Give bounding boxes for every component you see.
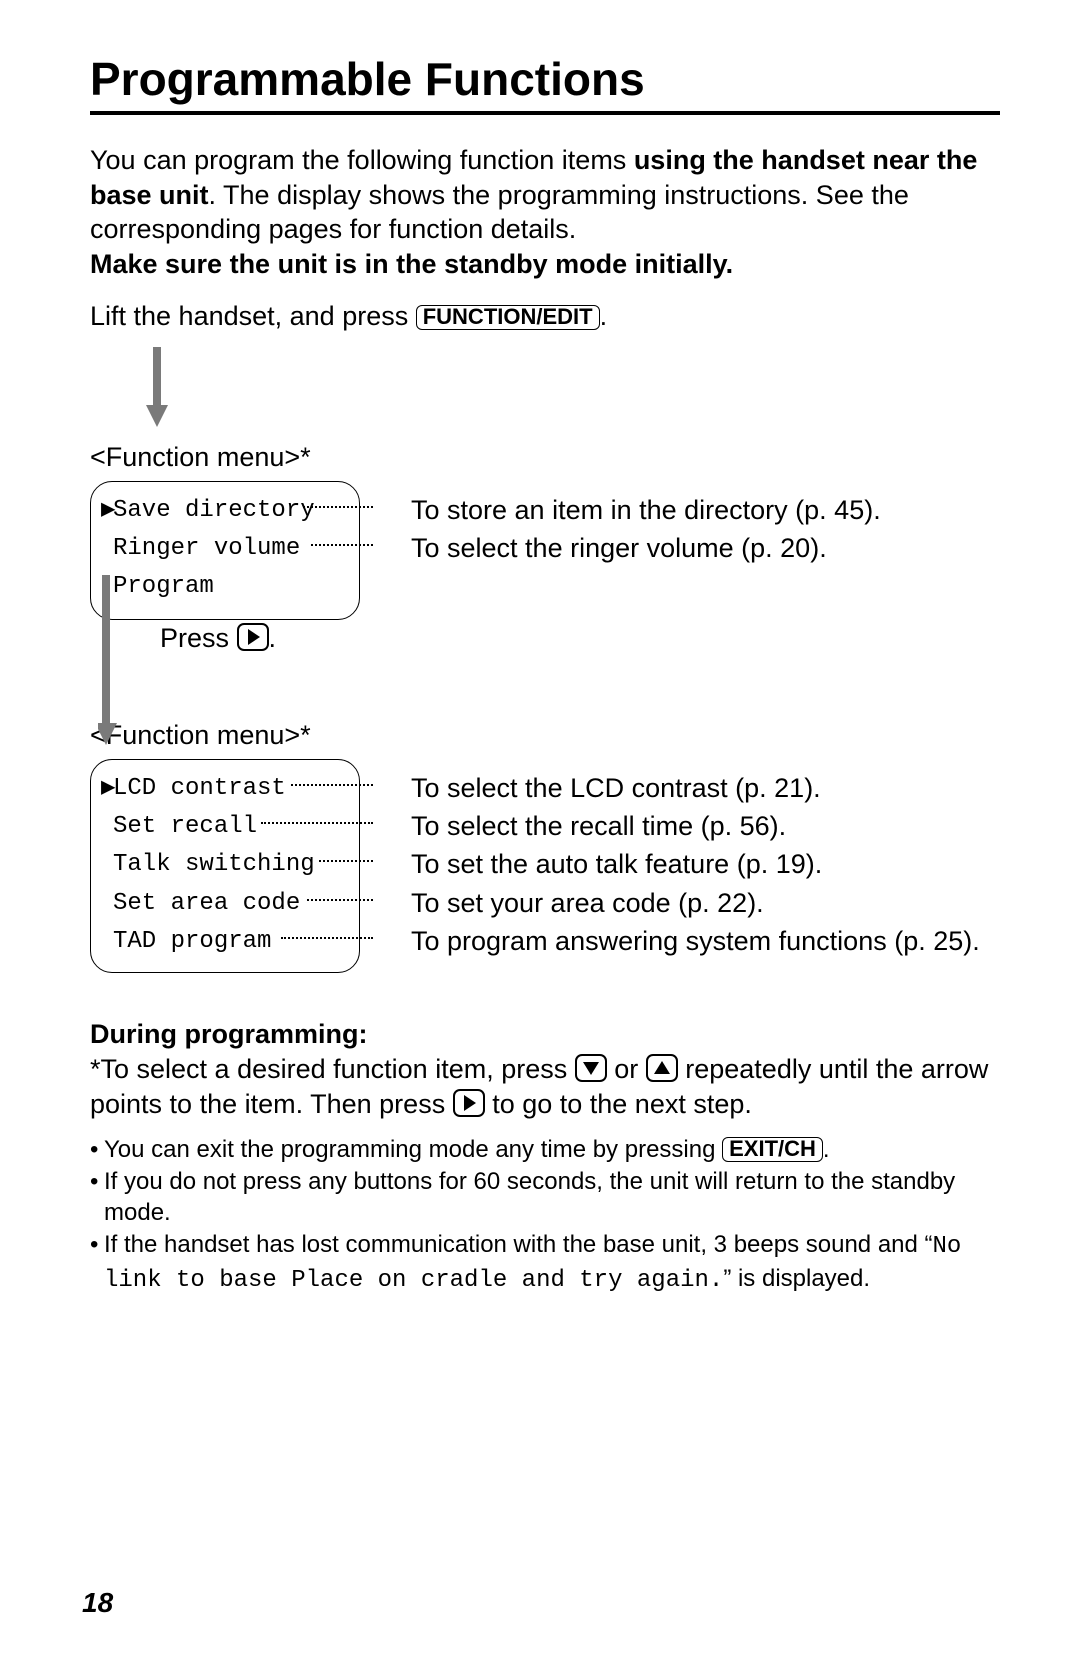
- press-text-b: .: [269, 623, 277, 653]
- lcd-desc: To program answering system functions (p…: [411, 920, 980, 963]
- cursor-icon: ▶: [101, 492, 113, 530]
- lcd-desc: To select the recall time (p. 56).: [411, 805, 786, 848]
- during-line1b: or: [607, 1054, 646, 1084]
- during-heading: During programming:: [90, 1019, 368, 1049]
- page-number: 18: [82, 1587, 113, 1619]
- function-menu-2: ▶LCD contrast To select the LCD contrast…: [90, 759, 1000, 979]
- right-key-icon: [237, 623, 269, 651]
- note-text: You can exit the programming mode any ti…: [104, 1136, 722, 1163]
- lcd-desc: To set the auto talk feature (p. 19).: [411, 843, 822, 886]
- manual-page: Programmable Functions You can program t…: [0, 0, 1080, 1669]
- press-text-a: Press: [160, 623, 237, 653]
- step-lift-handset: Lift the handset, and press FUNCTION/EDI…: [90, 299, 1000, 334]
- leader-dots: [261, 822, 373, 824]
- function-menu-label-1: <Function menu>*: [90, 442, 1000, 473]
- lcd-item: TAD program: [113, 923, 271, 961]
- lcd-item: Set recall: [113, 808, 257, 846]
- function-edit-button-label: FUNCTION/EDIT: [416, 305, 600, 330]
- note-text-b: ” is displayed.: [723, 1265, 870, 1292]
- intro-text: You can program the following function i…: [90, 145, 634, 175]
- intro-paragraph: You can program the following function i…: [90, 143, 1000, 281]
- note-text: If you do not press any buttons for 60 s…: [104, 1168, 955, 1227]
- lcd-desc: To set your area code (p. 22).: [411, 882, 764, 925]
- right-key-icon: [453, 1089, 485, 1117]
- leader-dots: [307, 899, 373, 901]
- function-menu-label-2: <Function menu>*: [90, 720, 1000, 751]
- step1-text-a: Lift the handset, and press: [90, 301, 416, 331]
- flow-arrow-1: [146, 347, 1000, 428]
- title-rule: [90, 111, 1000, 115]
- during-line1d: to go to the next step.: [485, 1089, 752, 1119]
- lcd-desc: To store an item in the directory (p. 45…: [411, 489, 881, 532]
- lcd-item: Save directory: [113, 492, 315, 530]
- during-programming-section: During programming: *To select a desired…: [90, 1017, 1000, 1122]
- note-text-b: .: [823, 1136, 830, 1163]
- flow-arrow-program: [98, 575, 138, 745]
- note-item: • You can exit the programming mode any …: [90, 1134, 830, 1166]
- lcd-item: Set area code: [113, 885, 300, 923]
- function-menu-1: ▶Save directory To store an item in the …: [90, 481, 1000, 611]
- down-key-icon: [575, 1054, 607, 1082]
- step1-text-b: .: [600, 301, 608, 331]
- lcd-desc: To select the ringer volume (p. 20).: [411, 527, 827, 570]
- intro-text2: . The display shows the programming inst…: [90, 180, 909, 245]
- exit-ch-button-label: EXIT/CH: [722, 1137, 823, 1162]
- lcd-item: Ringer volume: [113, 530, 300, 568]
- leader-dots: [319, 860, 373, 862]
- note-item: • If you do not press any buttons for 60…: [90, 1166, 1000, 1229]
- lcd-item: LCD contrast: [113, 770, 286, 808]
- leader-dots: [311, 544, 373, 546]
- cursor-icon: ▶: [101, 770, 113, 808]
- lcd-desc: To select the LCD contrast (p. 21).: [411, 767, 821, 810]
- leader-dots: [303, 506, 373, 508]
- during-line1a: *To select a desired function item, pres…: [90, 1054, 575, 1084]
- leader-dots: [291, 784, 373, 786]
- leader-dots: [281, 937, 373, 939]
- page-title: Programmable Functions: [90, 55, 1000, 103]
- notes-list: • You can exit the programming mode any …: [90, 1134, 1000, 1296]
- up-key-icon: [646, 1054, 678, 1082]
- note-item: • If the handset has lost communication …: [90, 1229, 1000, 1296]
- lcd-box-2: ▶LCD contrast To select the LCD contrast…: [90, 759, 360, 973]
- press-right-step: Press .: [160, 623, 1000, 654]
- note-text: If the handset has lost communication wi…: [104, 1231, 933, 1258]
- standby-note: Make sure the unit is in the standby mod…: [90, 249, 733, 279]
- lcd-item: Talk switching: [113, 846, 315, 884]
